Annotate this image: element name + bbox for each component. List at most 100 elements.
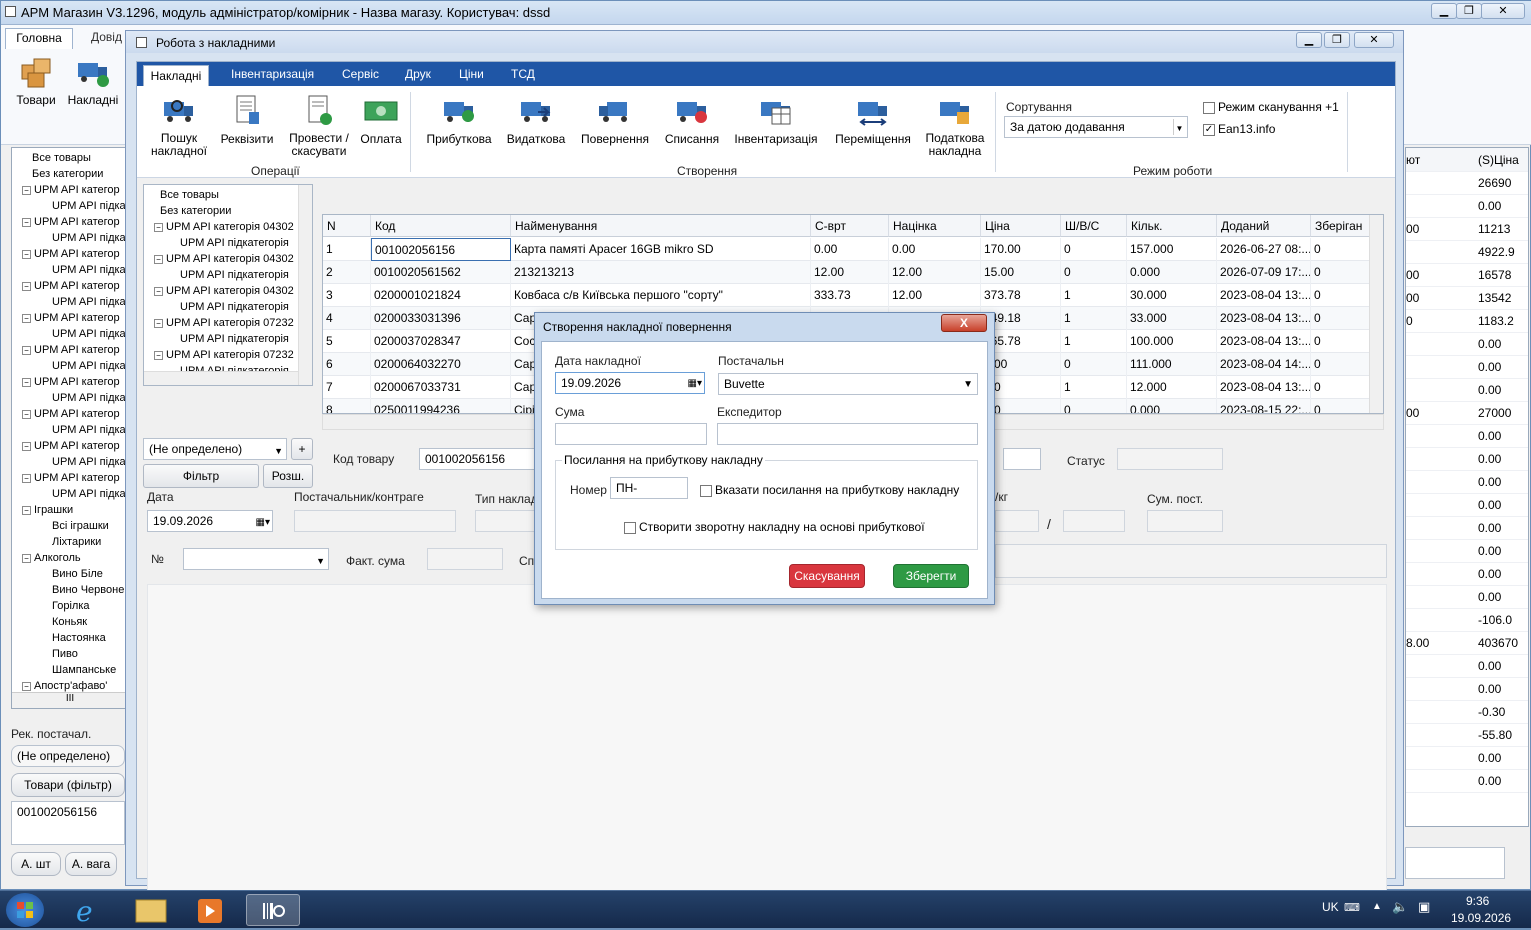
expand-toggle-icon[interactable]: − (22, 377, 31, 387)
grid-cell[interactable]: 001002056156 (371, 238, 511, 261)
tree-item[interactable]: Вино Червоне (52, 582, 124, 598)
right-row[interactable]: 0.00 (1406, 425, 1528, 448)
tree-item[interactable]: UPM API підка (52, 326, 126, 342)
tree-item[interactable]: − UPM API категор (22, 246, 120, 262)
grid-cell[interactable]: 8 (323, 399, 371, 413)
grid-cell[interactable]: 12.000 (1127, 376, 1217, 399)
close-button[interactable]: ✕ (1481, 3, 1525, 19)
sum-post-field[interactable] (1147, 510, 1223, 532)
expand-toggle-icon[interactable]: − (22, 345, 31, 355)
nomer-input[interactable]: ПН- (610, 477, 688, 499)
tree-item[interactable]: − UPM API категор (22, 310, 120, 326)
podatkova-button[interactable]: Податкова накладна (923, 94, 987, 158)
category-tree-item[interactable]: −UPM API категорія 07232 (154, 315, 294, 331)
grid-cell[interactable]: 0 (1311, 376, 1371, 399)
tree-item[interactable]: − UPM API категор (22, 342, 120, 358)
grid-cell[interactable]: 30.000 (1127, 284, 1217, 307)
a-vaga-button[interactable]: А. вага (65, 852, 117, 876)
grid-cell[interactable]: 157.000 (1127, 238, 1217, 261)
category-tree-item[interactable]: Без категории (160, 203, 231, 219)
grid-cell[interactable]: 0200067033731 (371, 376, 511, 399)
grid-cell[interactable]: 2023-08-04 13:... (1217, 307, 1311, 330)
tab-tsd[interactable]: ТСД (511, 67, 535, 81)
date-input[interactable]: 19.09.2026 ▦▾ (147, 510, 273, 532)
expand-toggle-icon[interactable]: − (154, 254, 163, 264)
grid-cell[interactable]: 2 (323, 261, 371, 284)
grid-cell[interactable]: 12.00 (811, 261, 889, 284)
ie-taskbar-button[interactable]: e (62, 894, 116, 928)
right-row[interactable]: 00 11213 (1406, 218, 1528, 241)
tree-item[interactable]: − UPM API категор (22, 278, 120, 294)
media-taskbar-button[interactable] (184, 894, 238, 926)
grid-header[interactable]: N (323, 215, 371, 237)
expand-toggle-icon[interactable]: − (22, 281, 31, 291)
search-invoice-button[interactable]: Пошук накладної (147, 94, 211, 158)
network-icon[interactable]: ▣ (1418, 899, 1430, 915)
tree-item[interactable]: − UPM API категор (22, 182, 120, 198)
grid-cell[interactable]: 0 (1061, 353, 1127, 376)
right-row[interactable]: 0.00 (1406, 333, 1528, 356)
grid-cell[interactable]: 0200033031396 (371, 307, 511, 330)
tree-item[interactable]: UPM API підка (52, 230, 126, 246)
category-tree-item[interactable]: UPM API підкатегорія (180, 299, 289, 315)
grid-header[interactable]: Кільк. (1127, 215, 1217, 237)
tree-item[interactable]: UPM API підка (52, 358, 126, 374)
grid-cell[interactable]: 2026-06-27 08:... (1217, 238, 1311, 261)
grid-cell[interactable]: 4 (323, 307, 371, 330)
tree-item[interactable]: Ліхтарики (52, 534, 101, 550)
tray-arrow-icon[interactable]: ▲ (1372, 901, 1382, 912)
grid-cell[interactable]: 213213213 (511, 261, 811, 284)
grid-cell[interactable]: 0 (1311, 330, 1371, 353)
expand-toggle-icon[interactable]: − (22, 409, 31, 419)
filter-select[interactable]: (Не определено) ▼ (143, 438, 287, 460)
cancel-button[interactable]: Скасування (789, 564, 865, 588)
expand-toggle-icon[interactable]: − (154, 222, 163, 232)
grid-cell[interactable]: 0.00 (889, 238, 981, 261)
grid-cell[interactable]: 0.00 (811, 238, 889, 261)
grid-header[interactable]: Зберіган (1311, 215, 1371, 237)
right-row[interactable]: 0.00 (1406, 655, 1528, 678)
ekspedytor-input[interactable] (717, 423, 978, 445)
tree-item[interactable]: UPM API підка (52, 262, 126, 278)
a-sht-button[interactable]: А. шт (11, 852, 61, 876)
category-tree-item[interactable]: UPM API підкатегорія (180, 331, 289, 347)
grid-cell[interactable]: 0 (1311, 399, 1371, 413)
right-row[interactable]: 0.00 (1406, 356, 1528, 379)
expand-toggle-icon[interactable]: − (154, 286, 163, 296)
right-row[interactable]: 0.00 (1406, 494, 1528, 517)
category-tree-item[interactable]: −UPM API категорія 07232 (154, 347, 294, 363)
rozsh-button[interactable]: Розш. (263, 464, 313, 488)
tree-item[interactable]: UPM API підка (52, 486, 126, 502)
grid-header[interactable]: Найменування (511, 215, 811, 237)
grid-cell[interactable]: 2023-08-04 14:... (1217, 353, 1311, 376)
category-tree-item[interactable]: − UPM API категорія 04302 (154, 283, 294, 299)
grid-cell[interactable]: 5 (323, 330, 371, 353)
grid-header[interactable]: Ціна (981, 215, 1061, 237)
postachalnyk-select[interactable]: Buvette ▼ (718, 373, 978, 395)
grid-cell[interactable]: 0 (1061, 238, 1127, 261)
maximize-button[interactable]: ❐ (1456, 3, 1482, 19)
tree-item[interactable]: Без категории (32, 166, 103, 182)
grid-cell[interactable]: 0 (1311, 261, 1371, 284)
grid-cell[interactable]: 1 (1061, 376, 1127, 399)
spysannya-button[interactable]: Списання (661, 94, 723, 146)
grid-cell[interactable]: 2026-07-09 17:... (1217, 261, 1311, 284)
ean13-checkbox[interactable]: ✓ Ean13.info (1203, 122, 1275, 136)
grid-cell[interactable]: 0.000 (1127, 399, 1217, 413)
arm-taskbar-button[interactable] (246, 894, 300, 926)
grid-cell[interactable]: 0 (1061, 261, 1127, 284)
tree-scrollbar[interactable] (298, 185, 312, 385)
inner-minimize-button[interactable]: ▁ (1296, 32, 1322, 48)
reverse-checkbox[interactable]: Створити зворотну накладну на основі при… (624, 520, 925, 534)
grid-cell[interactable]: 373.78 (981, 284, 1061, 307)
grid-cell[interactable]: Ковбаса с/в Київська першого "сорту" (511, 284, 811, 307)
tab-nakladni[interactable]: Накладні (143, 65, 209, 86)
grid-cell[interactable]: 0010020561562 (371, 261, 511, 284)
category-tree-item[interactable]: UPM API підкатегорія (180, 235, 289, 251)
tovary-filter-button[interactable]: Товари (фільтр) (11, 773, 125, 797)
category-tree-item[interactable]: Все товары (160, 187, 219, 203)
right-row[interactable]: 00 27000 (1406, 402, 1528, 425)
provesti-button[interactable]: Провести / скасувати (287, 94, 351, 158)
tree-item[interactable]: Горілка (52, 598, 90, 614)
right-row[interactable]: -0.30 (1406, 701, 1528, 724)
